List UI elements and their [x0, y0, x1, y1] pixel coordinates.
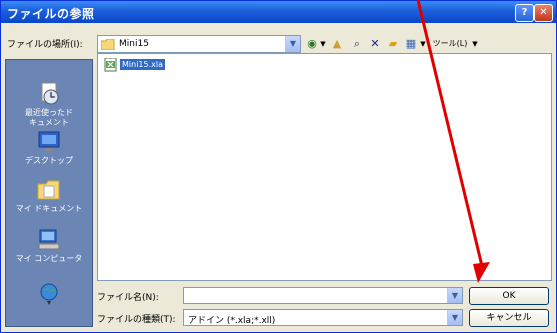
annotation-arrow: [416, 0, 490, 283]
